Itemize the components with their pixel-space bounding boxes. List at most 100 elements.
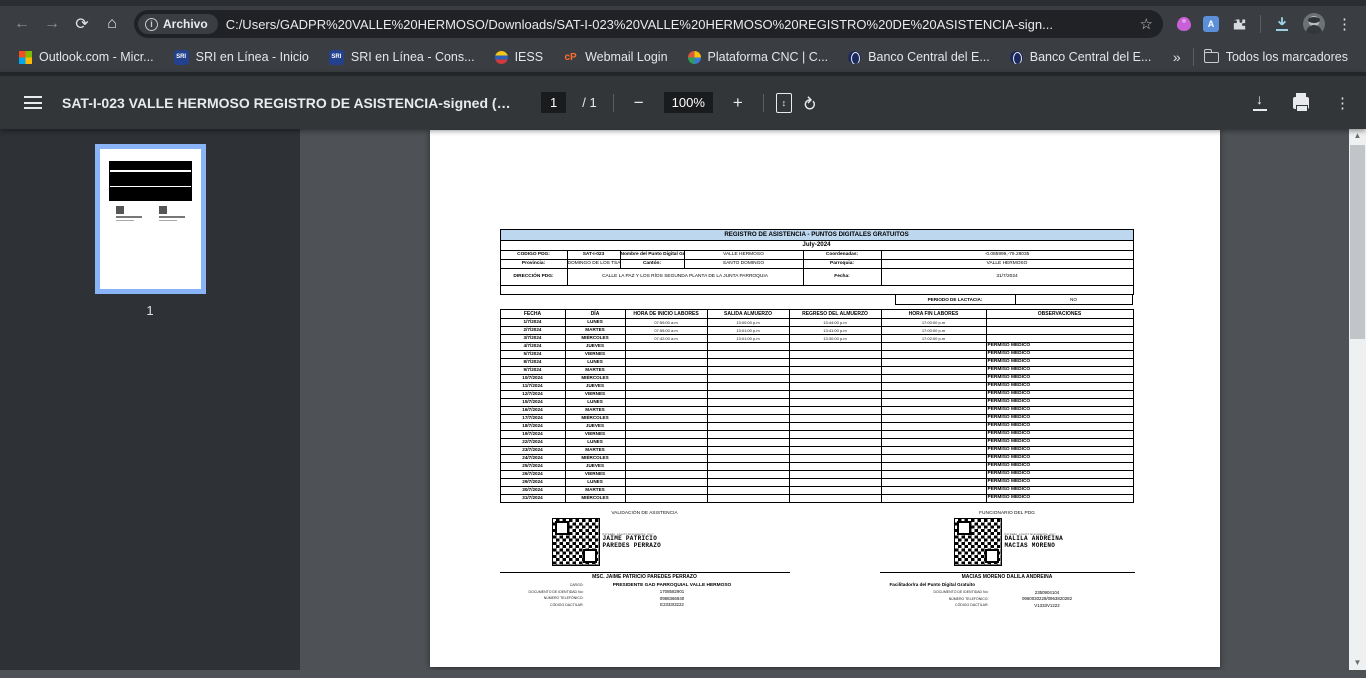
menu-hamburger-icon[interactable] <box>24 96 42 109</box>
cell-fecha: 9/7/2024 <box>500 367 565 375</box>
scroll-up-icon[interactable]: ▲ <box>1349 129 1366 143</box>
extensions-area: A ⋮ <box>1171 13 1358 35</box>
home-icon[interactable]: ⌂ <box>98 10 126 38</box>
page-thumbnail[interactable] <box>95 144 206 294</box>
cell-regreso <box>789 359 881 367</box>
bookmark-favicon <box>174 50 189 65</box>
provincia-value: DOMINGO DE LOS TSA <box>567 260 620 269</box>
translate-extension-icon[interactable]: A <box>1203 16 1219 32</box>
cell-inicio <box>625 471 707 479</box>
bookmark-item[interactable]: Banco Central del E... <box>1001 47 1161 67</box>
page-number-input[interactable]: 1 <box>541 92 566 113</box>
extensions-puzzle-icon[interactable] <box>1231 16 1248 33</box>
bookmark-item[interactable]: SRI en Línea - Inicio <box>165 47 318 68</box>
file-scheme-chip[interactable]: i Archivo <box>138 14 218 34</box>
detail-label: CARGO: <box>500 583 590 587</box>
info-icon: i <box>145 18 158 31</box>
cell-dia: VIERNES <box>565 471 625 479</box>
fit-to-page-icon[interactable]: ↕ <box>776 93 792 113</box>
signature-line <box>500 572 790 573</box>
cell-fecha: 11/7/2024 <box>500 383 565 391</box>
rotate-icon[interactable]: ⟳ <box>801 95 821 109</box>
forward-icon[interactable]: → <box>38 10 66 38</box>
cell-salida <box>707 495 789 503</box>
cell-fin <box>881 479 986 487</box>
scroll-down-icon[interactable]: ▼ <box>1349 656 1366 670</box>
cell-observaciones: PERMISO MÉDICO <box>986 343 1133 351</box>
bookmark-favicon <box>688 51 701 64</box>
cell-observaciones: PERMISO MÉDICO <box>986 471 1133 479</box>
cell-fin <box>881 375 986 383</box>
cell-fin <box>881 495 986 503</box>
bookmark-item[interactable]: Webmail Login <box>554 47 676 68</box>
cell-fecha: 4/7/2024 <box>500 343 565 351</box>
cell-fecha: 24/7/2024 <box>500 455 565 463</box>
qr-code <box>553 519 599 565</box>
scrollbar-thumb[interactable] <box>1350 145 1365 339</box>
cell-dia: MARTES <box>565 327 625 335</box>
extension-icon[interactable] <box>1177 17 1191 31</box>
viewer-canvas: REGISTRO DE ASISTENCIA - PUNTOS DIGITALE… <box>300 129 1349 670</box>
reload-icon[interactable]: ⟳ <box>68 10 96 38</box>
cell-dia: VIERNES <box>565 351 625 359</box>
cell-observaciones: PERMISO MÉDICO <box>986 399 1133 407</box>
back-icon[interactable]: ← <box>8 10 36 38</box>
cell-inicio <box>625 399 707 407</box>
cell-regreso <box>789 471 881 479</box>
vertical-scrollbar[interactable]: ▲ ▼ <box>1349 129 1366 670</box>
download-icon[interactable] <box>1253 96 1267 110</box>
cell-dia: VIERNES <box>565 431 625 439</box>
bookmark-item[interactable]: Banco Central del E... <box>839 47 999 67</box>
cell-fin <box>881 423 986 431</box>
header-salida: SALIDA ALMUERZO <box>707 310 789 319</box>
pdf-menu-icon[interactable]: ⋮ <box>1335 94 1350 112</box>
cell-inicio <box>625 415 707 423</box>
cell-salida <box>707 415 789 423</box>
attendance-table: FECHA DÍA HORA DE INICIO LABORES SALIDA … <box>500 309 1134 503</box>
bookmark-item[interactable]: Outlook.com - Micr... <box>10 47 163 67</box>
cell-inicio <box>625 351 707 359</box>
cell-observaciones: PERMISO MÉDICO <box>986 447 1133 455</box>
print-icon[interactable] <box>1293 97 1309 109</box>
coordenadas-value: -0.085999,-79.28035 <box>881 251 1133 260</box>
cell-observaciones: PERMISO MÉDICO <box>986 351 1133 359</box>
canton-value: SANTO DOMINGO <box>684 260 803 269</box>
cell-observaciones: PERMISO MÉDICO <box>986 383 1133 391</box>
cell-regreso <box>789 431 881 439</box>
thumbnail-signatures-preview <box>116 206 185 221</box>
pdf-page: REGISTRO DE ASISTENCIA - PUNTOS DIGITALE… <box>430 130 1220 667</box>
bookmark-item[interactable]: SRI en Línea - Cons... <box>320 47 484 68</box>
cell-fin <box>881 343 986 351</box>
bookmarks-overflow-chevron[interactable]: » <box>1163 49 1191 65</box>
cell-salida: 13:01:00 p.m <box>707 327 789 335</box>
detail-value: 2350904104 <box>995 590 1100 595</box>
cell-observaciones: PERMISO MÉDICO <box>986 367 1133 375</box>
cell-regreso <box>789 351 881 359</box>
bookmark-star-icon[interactable]: ☆ <box>1140 15 1153 33</box>
bookmark-item[interactable]: Plataforma CNC | C... <box>679 47 838 67</box>
cell-observaciones: PERMISO MÉDICO <box>986 455 1133 463</box>
pdf-toolbar: SAT-I-023 VALLE HERMOSO REGISTRO DE ASIS… <box>0 72 1366 129</box>
cell-fin <box>881 439 986 447</box>
attendance-row: 12/7/2024 VIERNES PERMISO MÉDICO <box>500 391 1133 399</box>
all-bookmarks-button[interactable]: Todos los marcadores <box>1196 50 1356 64</box>
cell-salida <box>707 479 789 487</box>
detail-label: CÓDIGO DACTILAR: <box>500 603 590 607</box>
zoom-out-button[interactable]: − <box>626 93 652 113</box>
cell-inicio <box>625 495 707 503</box>
profile-avatar[interactable] <box>1303 13 1325 35</box>
downloads-icon[interactable] <box>1273 15 1291 33</box>
cell-regreso <box>789 375 881 383</box>
bookmark-item[interactable]: IESS <box>486 47 553 67</box>
detail-value: 0988366940 <box>590 596 755 601</box>
cell-fin <box>881 391 986 399</box>
document-month: July-2024 <box>500 241 1133 251</box>
zoom-in-button[interactable]: + <box>725 93 751 113</box>
detail-value: 0960030228/0963820282 <box>995 596 1100 601</box>
address-bar[interactable]: i Archivo C:/Users/GADPR%20VALLE%20HERMO… <box>134 10 1163 38</box>
zoom-level[interactable]: 100% <box>664 92 713 113</box>
browser-menu-icon[interactable]: ⋮ <box>1337 15 1352 33</box>
signature-detail-row: CÓDIGO DACTILAR: V1333V1222 <box>880 602 1135 609</box>
bookmark-favicon <box>563 50 578 65</box>
cell-salida <box>707 375 789 383</box>
